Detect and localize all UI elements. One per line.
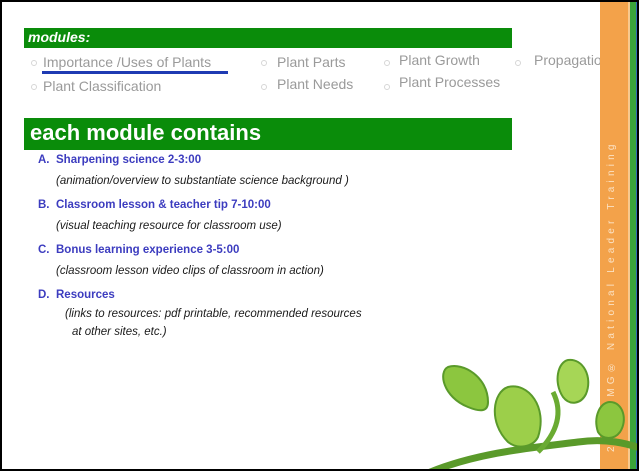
item-a-letter: A. bbox=[38, 154, 50, 166]
item-d-desc-line2: at other sites, etc.) bbox=[72, 326, 167, 338]
modules-banner-text: modules: bbox=[28, 29, 91, 45]
item-c-title-text: Bonus learning experience 3-5:00 bbox=[56, 244, 240, 256]
item-a-title-text: Sharpening science 2-3:00 bbox=[56, 154, 202, 166]
active-module-underline bbox=[42, 71, 228, 74]
item-d-desc-line1: (links to resources: pdf printable, reco… bbox=[65, 308, 362, 320]
module-bullet bbox=[31, 60, 37, 66]
module-link-plant-processes[interactable]: Plant Processes bbox=[399, 74, 500, 90]
module-link-importance[interactable]: Importance /Uses of Plants bbox=[43, 54, 211, 70]
module-bullet bbox=[261, 84, 267, 90]
leaf-icon bbox=[493, 385, 542, 448]
module-bullet bbox=[261, 60, 267, 66]
item-d-title: D. Resources bbox=[38, 289, 115, 301]
module-link-plant-needs[interactable]: Plant Needs bbox=[277, 76, 353, 92]
each-module-banner: each module contains bbox=[24, 118, 512, 150]
item-d-title-text: Resources bbox=[56, 289, 115, 301]
item-b-title-text: Classroom lesson & teacher tip 7-10:00 bbox=[56, 199, 271, 211]
leaf-icon bbox=[556, 358, 590, 404]
item-b-title: B. Classroom lesson & teacher tip 7-10:00 bbox=[38, 199, 271, 211]
module-bullet bbox=[384, 60, 390, 66]
module-bullet bbox=[515, 60, 521, 66]
module-link-plant-classification[interactable]: Plant Classification bbox=[43, 78, 161, 94]
item-d-letter: D. bbox=[38, 289, 50, 301]
slide: modules: Importance /Uses of Plants Plan… bbox=[0, 0, 639, 471]
each-module-banner-text: each module contains bbox=[30, 120, 262, 145]
module-link-plant-growth[interactable]: Plant Growth bbox=[399, 52, 480, 68]
item-c-desc: (classroom lesson video clips of classro… bbox=[56, 265, 324, 277]
modules-banner: modules: bbox=[24, 28, 512, 48]
item-b-desc: (visual teaching resource for classroom … bbox=[56, 220, 282, 232]
module-link-propagation[interactable]: Propagation bbox=[534, 52, 600, 68]
item-a-title: A. Sharpening science 2-3:00 bbox=[38, 154, 201, 166]
leaf-icon bbox=[442, 365, 490, 412]
module-bullet bbox=[384, 84, 390, 90]
module-bullet bbox=[31, 84, 37, 90]
module-link-plant-parts[interactable]: Plant Parts bbox=[277, 54, 345, 70]
item-a-desc: (animation/overview to substantiate scie… bbox=[56, 175, 349, 187]
item-c-letter: C. bbox=[38, 244, 50, 256]
leaf-vine-illustration bbox=[428, 358, 637, 469]
leaf-icon bbox=[595, 400, 625, 439]
item-c-title: C. Bonus learning experience 3-5:00 bbox=[38, 244, 239, 256]
item-b-letter: B. bbox=[38, 199, 50, 211]
